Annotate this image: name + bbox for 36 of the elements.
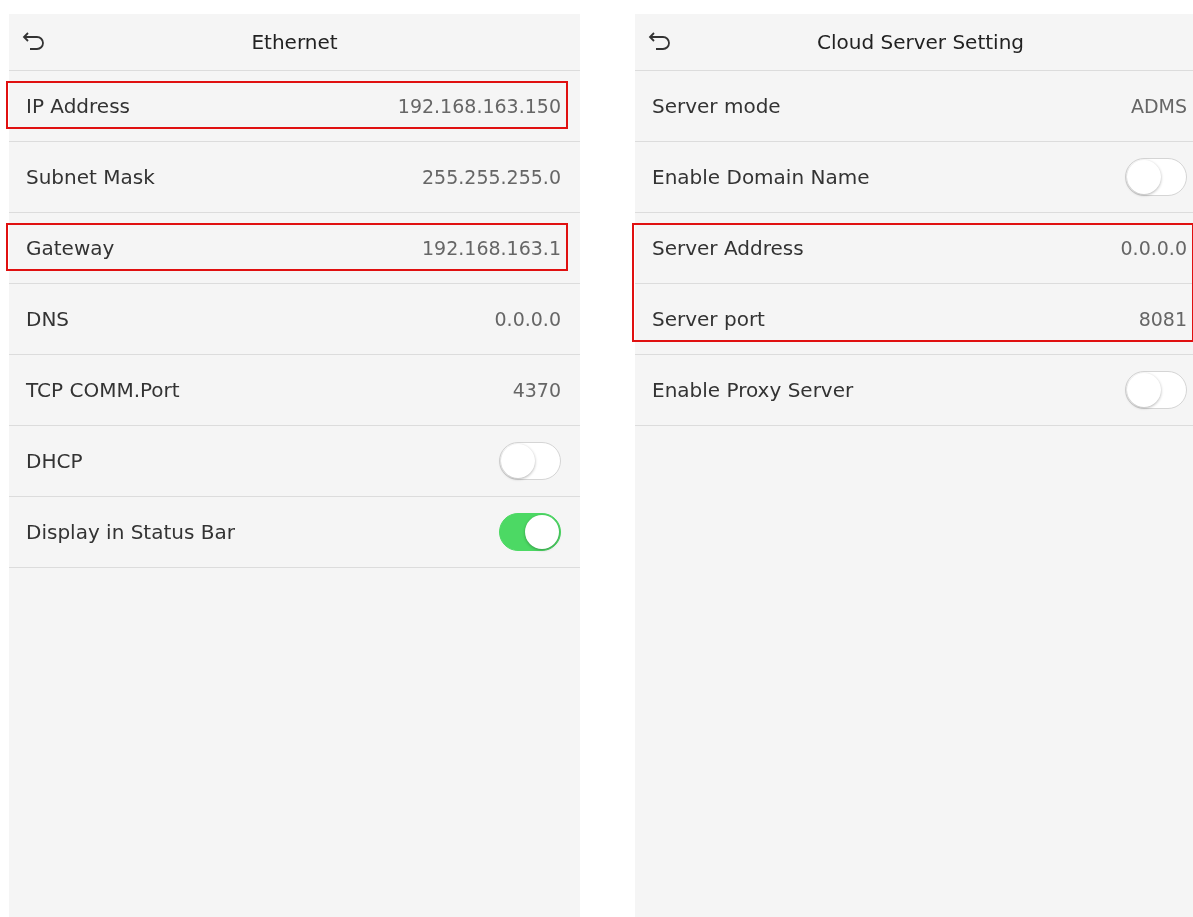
setting-row[interactable]: Enable Domain Name <box>635 142 1193 213</box>
setting-label: Display in Status Bar <box>26 520 235 544</box>
toggle-switch[interactable] <box>499 442 561 480</box>
back-icon[interactable] <box>22 30 46 50</box>
setting-label: Enable Proxy Server <box>652 378 854 402</box>
setting-row[interactable]: Server mode ADMS <box>635 71 1193 142</box>
setting-label: Server Address <box>652 236 804 260</box>
setting-label: TCP COMM.Port <box>26 378 180 402</box>
setting-label: IP Address <box>26 94 130 118</box>
setting-row[interactable]: DNS 0.0.0.0 <box>9 284 580 355</box>
toggle-switch[interactable] <box>499 513 561 551</box>
screen-title: Cloud Server Setting <box>816 30 1024 54</box>
setting-label: DHCP <box>26 449 83 473</box>
setting-value: 255.255.255.0 <box>422 166 561 188</box>
setting-value: 0.0.0.0 <box>494 308 561 330</box>
setting-row[interactable]: DHCP <box>9 426 580 497</box>
setting-row[interactable]: Display in Status Bar <box>9 497 580 568</box>
setting-value: 8081 <box>1138 308 1187 330</box>
setting-label: Enable Domain Name <box>652 165 870 189</box>
setting-value: 192.168.163.150 <box>397 95 561 117</box>
setting-value: 192.168.163.1 <box>422 237 561 259</box>
setting-value: 0.0.0.0 <box>1120 237 1187 259</box>
screen-title: Ethernet <box>251 30 338 54</box>
setting-label: Server mode <box>652 94 781 118</box>
setting-label: Gateway <box>26 236 115 260</box>
setting-row[interactable]: TCP COMM.Port 4370 <box>9 355 580 426</box>
setting-label: DNS <box>26 307 70 331</box>
setting-value: 4370 <box>512 379 561 401</box>
setting-row[interactable]: Enable Proxy Server <box>635 355 1193 426</box>
toggle-switch[interactable] <box>1125 158 1187 196</box>
back-icon[interactable] <box>648 30 672 50</box>
toggle-switch[interactable] <box>1125 371 1187 409</box>
setting-label: Subnet Mask <box>26 165 155 189</box>
setting-label: Server port <box>652 307 765 331</box>
setting-value: ADMS <box>1130 95 1187 117</box>
setting-row[interactable]: Subnet Mask 255.255.255.0 <box>9 142 580 213</box>
